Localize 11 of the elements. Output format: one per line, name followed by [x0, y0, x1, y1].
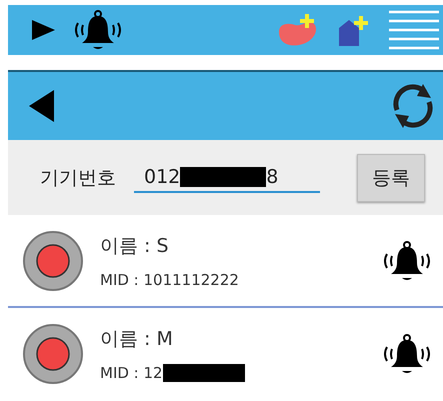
record-button-icon[interactable] [22, 230, 84, 292]
device-number-label: 기기번호 [40, 166, 116, 190]
item-name: 이름 : M [100, 326, 174, 352]
mid-text: MID : 1011112222 [100, 270, 239, 288]
device-number-field[interactable]: 012 8 [134, 162, 320, 192]
item-name: 이름 : S [100, 234, 170, 258]
mid-text: MID : 12 [100, 364, 163, 382]
play-icon[interactable] [30, 17, 56, 43]
record-button-icon[interactable] [22, 322, 84, 384]
back-icon[interactable] [28, 89, 56, 123]
register-button[interactable]: 등록 [357, 154, 425, 202]
